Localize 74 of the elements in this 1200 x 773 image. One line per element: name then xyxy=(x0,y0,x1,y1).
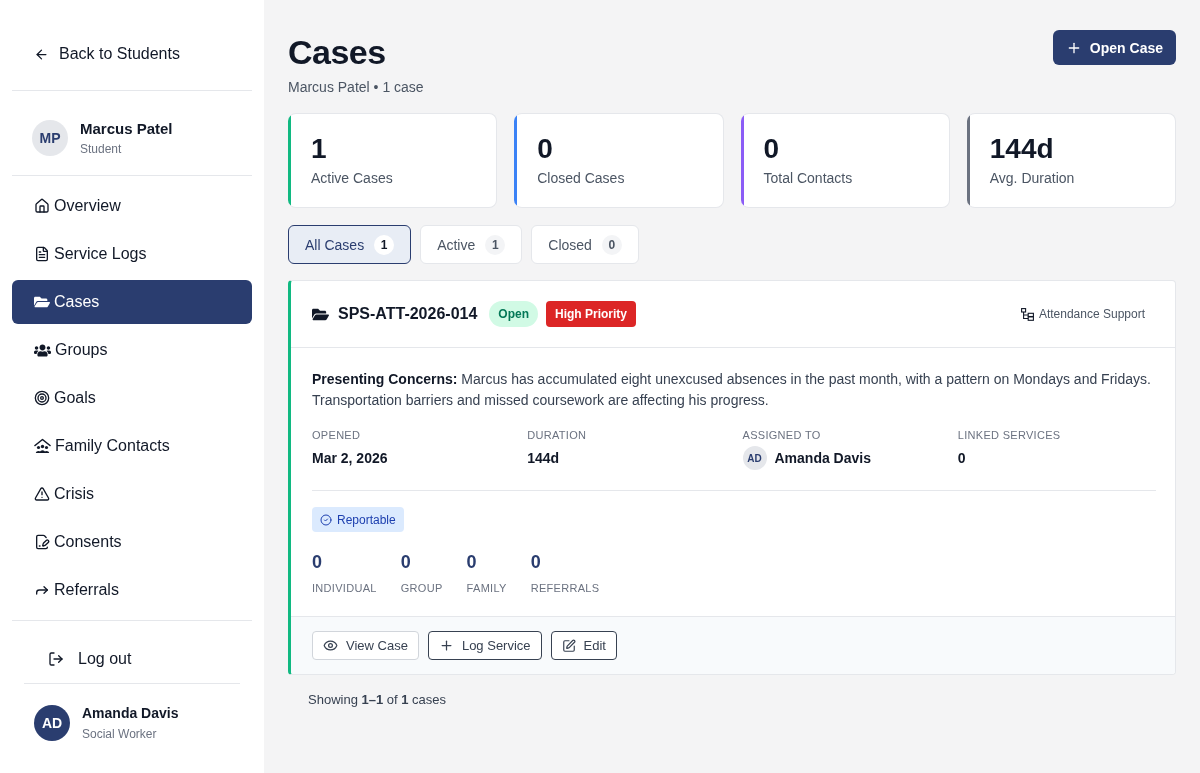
count-label: INDIVIDUAL xyxy=(312,581,377,595)
tab-count: 0 xyxy=(601,234,622,255)
back-link[interactable]: Back to Students xyxy=(12,34,202,74)
count-label: FAMILY xyxy=(466,581,507,595)
edit-button[interactable]: Edit xyxy=(550,631,617,660)
priority-badge: High Priority xyxy=(546,301,636,327)
student-name: Marcus Patel xyxy=(80,119,173,138)
eye-icon xyxy=(323,638,338,653)
sidebar-nav-item[interactable]: Service Logs xyxy=(12,232,252,276)
sidebar-nav-item[interactable]: Goals xyxy=(12,376,252,420)
case-id: SPS-ATT-2026-014 xyxy=(338,305,478,323)
target-icon xyxy=(34,390,50,406)
stat-value: 144d xyxy=(989,132,1054,166)
status-badge: Open xyxy=(489,301,538,327)
detail-label: DURATION xyxy=(527,428,587,442)
count-value: 0 xyxy=(466,551,477,573)
house-icon xyxy=(34,198,50,214)
student-avatar: MP xyxy=(32,120,68,156)
pagination-summary: Showing 1–1 of 1 cases xyxy=(307,691,447,709)
house-people-icon xyxy=(34,438,51,454)
stat-label: Active Cases xyxy=(311,169,393,188)
sidebar-nav-item[interactable]: Family Contacts xyxy=(12,424,252,468)
folder-icon xyxy=(34,294,50,310)
count-label: GROUP xyxy=(400,581,443,595)
sidebar-nav-item[interactable]: Referrals xyxy=(12,568,252,612)
page-title: Cases xyxy=(288,32,386,72)
detail-label: LINKED SERVICES xyxy=(957,428,1061,442)
hierarchy-icon xyxy=(1020,307,1034,321)
tab-count: 1 xyxy=(374,234,395,255)
filter-tab[interactable]: All Cases 1 xyxy=(288,225,412,264)
check-circle-icon xyxy=(320,513,332,526)
sidebar-nav-item[interactable]: Groups xyxy=(12,328,252,372)
detail-value: 144d xyxy=(527,449,560,468)
reportable-tag: Reportable xyxy=(312,507,404,532)
logout-button[interactable]: Log out xyxy=(24,637,240,681)
view-case-button[interactable]: View Case xyxy=(312,631,419,660)
detail-value: Mar 2, 2026 xyxy=(312,449,388,468)
user-role: Social Worker xyxy=(82,726,158,742)
stat-label: Closed Cases xyxy=(537,169,625,188)
log-service-button[interactable]: Log Service xyxy=(427,631,542,660)
presenting-concerns: Presenting Concerns: Marcus has accumulated eight unexcused absences in the past month, with a pattern on Mondays and Fridays. Transportation barriers and missed coursework are affecting his progress. xyxy=(312,370,1152,410)
document-pen-icon xyxy=(34,534,50,550)
filter-tab[interactable]: Closed 0 xyxy=(531,225,639,264)
assignee-avatar: AD xyxy=(742,446,767,470)
sidebar-nav-item[interactable]: Consents xyxy=(12,520,252,564)
detail-label: ASSIGNED TO xyxy=(742,428,821,442)
count-label: REFERRALS xyxy=(530,581,600,595)
stat-label: Avg. Duration xyxy=(989,169,1075,188)
tab-count: 1 xyxy=(485,234,506,255)
student-role: Student xyxy=(80,141,123,157)
user-name: Amanda Davis xyxy=(82,704,179,723)
count-value: 0 xyxy=(312,551,322,573)
sidebar-nav-item[interactable]: Cases xyxy=(12,280,252,324)
stat-value: 0 xyxy=(763,132,780,166)
plus-icon xyxy=(438,638,454,653)
sidebar-nav-item[interactable]: Overview xyxy=(12,184,252,228)
detail-value: Amanda Davis xyxy=(774,449,871,468)
edit-icon xyxy=(561,638,576,653)
open-case-button[interactable]: Open Case xyxy=(1052,30,1176,65)
document-icon xyxy=(34,246,50,262)
stat-label: Total Contacts xyxy=(763,169,853,188)
filter-tab[interactable]: Active 1 xyxy=(420,225,523,264)
case-category: Attendance Support xyxy=(1038,307,1145,321)
user-avatar: AD xyxy=(34,705,70,741)
stat-value: 0 xyxy=(537,132,553,166)
count-value: 0 xyxy=(400,551,411,573)
detail-value: 0 xyxy=(957,449,966,468)
stat-value: 1 xyxy=(311,132,327,166)
page-subtitle: Marcus Patel • 1 case xyxy=(288,78,424,97)
logout-icon xyxy=(48,651,64,667)
detail-label: OPENED xyxy=(312,428,361,442)
count-value: 0 xyxy=(530,551,541,573)
sidebar-nav-item[interactable]: Crisis xyxy=(12,472,252,516)
warning-icon xyxy=(34,486,50,502)
